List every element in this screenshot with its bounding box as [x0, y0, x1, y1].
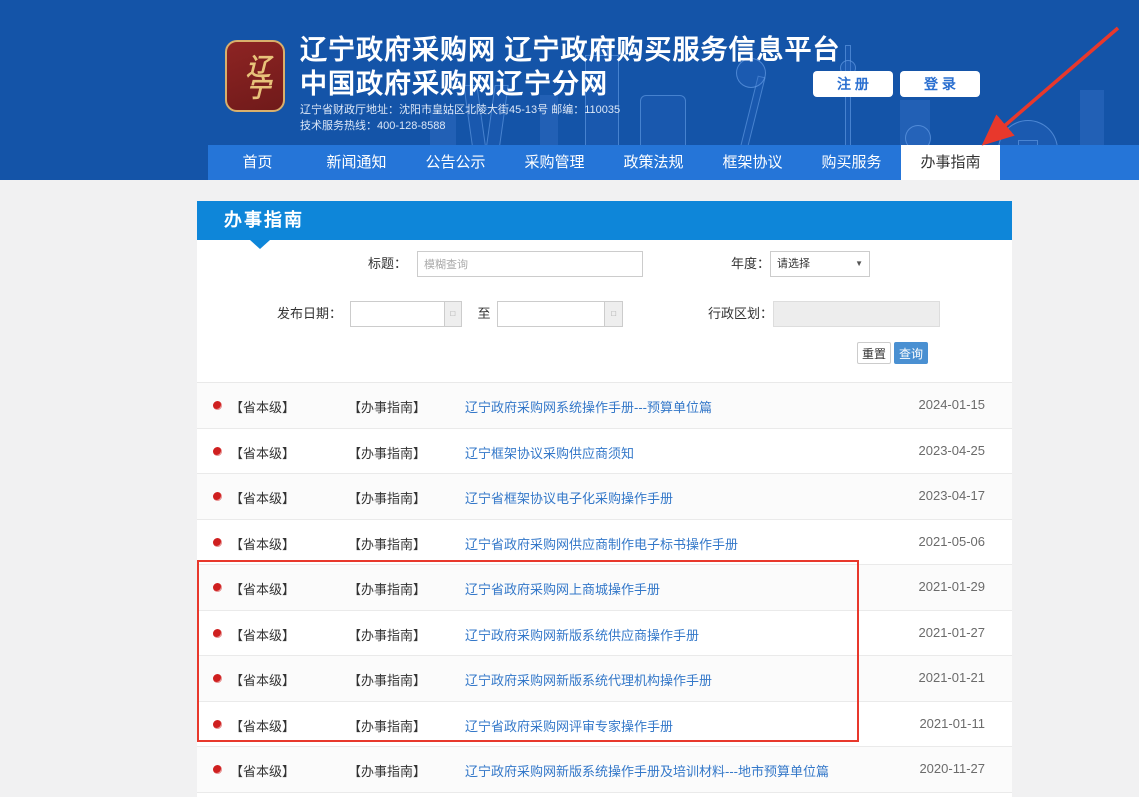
title-search-input[interactable] [417, 251, 643, 277]
row-level-tag: 【省本级】 [230, 625, 295, 644]
reset-button[interactable]: 重置 [857, 342, 891, 364]
row-category-tag: 【办事指南】 [348, 670, 426, 689]
bullet-dot-icon [213, 765, 222, 774]
nav-item-guide-active[interactable]: 办事指南 [901, 145, 1000, 180]
row-category-tag: 【办事指南】 [348, 534, 426, 553]
row-date: 2024-01-15 [919, 397, 986, 412]
row-title-link[interactable]: 辽宁政府采购网新版系统供应商操作手册 [465, 625, 699, 644]
search-button[interactable]: 查询 [894, 342, 928, 364]
site-address: 辽宁省财政厅地址：沈阳市皇姑区北陵大街45-13号 邮编：110035 [300, 101, 620, 117]
row-level-tag: 【省本级】 [230, 534, 295, 553]
row-level-tag: 【省本级】 [230, 670, 295, 689]
publish-date-label: 发布日期： [252, 301, 342, 327]
row-level-tag: 【省本级】 [230, 716, 295, 735]
content-panel: 办事指南 标题： 年度： 请选择 ▼ 发布日期： □ 至 □ 行政区划： 重置 … [197, 201, 1012, 797]
date-to-group: □ [497, 301, 623, 327]
list-item: 【省本级】 【办事指南】 辽宁政府采购网新版系统操作手册及培训材料---地市预算… [197, 747, 1012, 793]
row-category-tag: 【办事指南】 [348, 761, 426, 780]
year-filter-label: 年度： [680, 251, 770, 277]
row-category-tag: 【办事指南】 [348, 625, 426, 644]
row-title-link[interactable]: 辽宁框架协议采购供应商须知 [465, 443, 634, 462]
list-item: 【省本级】 【办事指南】 辽宁省政府采购网上商城操作手册 2021-01-29 [197, 565, 1012, 611]
row-date: 2021-01-21 [919, 670, 986, 685]
row-category-tag: 【办事指南】 [348, 443, 426, 462]
row-title-link[interactable]: 辽宁政府采购网系统操作手册---预算单位篇 [465, 397, 712, 416]
calendar-icon[interactable]: □ [444, 301, 462, 327]
nav-item-notices[interactable]: 公告公示 [406, 145, 505, 180]
section-title-banner: 办事指南 [197, 201, 1012, 240]
date-to-label: 至 [474, 301, 494, 327]
date-from-input[interactable] [350, 301, 444, 327]
row-category-tag: 【办事指南】 [348, 579, 426, 598]
year-select-value: 请选择 [777, 252, 810, 276]
nav-item-buy-service[interactable]: 购买服务 [802, 145, 901, 180]
search-filters: 标题： 年度： 请选择 ▼ 发布日期： □ 至 □ 行政区划： 重置 查询 [197, 240, 1012, 383]
date-from-group: □ [350, 301, 462, 327]
list-item: 【省本级】 【办事指南】 辽宁省框架协议电子化采购操作手册 2023-04-17 [197, 474, 1012, 520]
nav-item-home[interactable]: 首页 [208, 145, 307, 180]
year-select[interactable]: 请选择 ▼ [770, 251, 870, 277]
register-button[interactable]: 注 册 [813, 71, 893, 97]
list-item: 【省本级】 【办事指南】 辽宁政府采购网新版系统供应商操作手册 2021-01-… [197, 611, 1012, 657]
row-date: 2020-11-27 [919, 761, 985, 776]
region-filter-label: 行政区划： [683, 301, 773, 327]
title-filter-label: 标题： [327, 251, 407, 277]
bullet-dot-icon [213, 492, 222, 501]
section-title: 办事指南 [224, 210, 304, 230]
list-item: 【省本级】 【办事指南】 辽宁政府采购网系统操作手册---预算单位篇 2024-… [197, 383, 1012, 429]
row-title-link[interactable]: 辽宁省政府采购网供应商制作电子标书操作手册 [465, 534, 738, 553]
row-date: 2021-01-29 [919, 579, 986, 594]
row-category-tag: 【办事指南】 [348, 397, 426, 416]
row-title-link[interactable]: 辽宁省政府采购网上商城操作手册 [465, 579, 660, 598]
row-category-tag: 【办事指南】 [348, 716, 426, 735]
site-header: 辽宁 辽宁政府采购网 辽宁政府购买服务信息平台 中国政府采购网辽宁分网 辽宁省财… [0, 0, 1139, 180]
row-level-tag: 【省本级】 [230, 761, 295, 780]
row-level-tag: 【省本级】 [230, 397, 295, 416]
site-logo: 辽宁 [225, 40, 285, 112]
bullet-dot-icon [213, 720, 222, 729]
calendar-icon[interactable]: □ [604, 301, 623, 327]
bullet-dot-icon [213, 401, 222, 410]
row-date: 2023-04-17 [919, 488, 986, 503]
date-to-input[interactable] [497, 301, 604, 327]
row-date: 2021-01-27 [919, 625, 986, 640]
list-item: 【省本级】 【办事指南】 辽宁框架协议采购供应商须知 2023-04-25 [197, 429, 1012, 475]
bullet-dot-icon [213, 629, 222, 638]
main-nav: 首页 新闻通知 公告公示 采购管理 政策法规 框架协议 购买服务 办事指南 [208, 145, 1139, 180]
list-item: 【省本级】 【办事指南】 辽宁政府采购网新版系统代理机构操作手册 2021-01… [197, 656, 1012, 702]
row-title-link[interactable]: 辽宁政府采购网新版系统代理机构操作手册 [465, 670, 712, 689]
region-input [773, 301, 940, 327]
nav-item-news[interactable]: 新闻通知 [307, 145, 406, 180]
bullet-dot-icon [213, 447, 222, 456]
row-date: 2023-04-25 [919, 443, 986, 458]
row-title-link[interactable]: 辽宁省政府采购网评审专家操作手册 [465, 716, 673, 735]
guide-list: 【省本级】 【办事指南】 辽宁政府采购网系统操作手册---预算单位篇 2024-… [197, 383, 1012, 793]
row-level-tag: 【省本级】 [230, 488, 295, 507]
row-title-link[interactable]: 辽宁省框架协议电子化采购操作手册 [465, 488, 673, 507]
nav-item-purchase-mgmt[interactable]: 采购管理 [505, 145, 604, 180]
row-title-link[interactable]: 辽宁政府采购网新版系统操作手册及培训材料---地市预算单位篇 [465, 761, 829, 780]
chevron-down-icon: ▼ [855, 252, 863, 276]
list-item: 【省本级】 【办事指南】 辽宁省政府采购网评审专家操作手册 2021-01-11 [197, 702, 1012, 748]
nav-item-policies[interactable]: 政策法规 [604, 145, 703, 180]
service-hotline: 技术服务热线：400-128-8588 [300, 117, 446, 133]
bullet-dot-icon [213, 583, 222, 592]
row-date: 2021-01-11 [919, 716, 985, 731]
row-category-tag: 【办事指南】 [348, 488, 426, 507]
bullet-dot-icon [213, 674, 222, 683]
row-date: 2021-05-06 [919, 534, 986, 549]
list-item: 【省本级】 【办事指南】 辽宁省政府采购网供应商制作电子标书操作手册 2021-… [197, 520, 1012, 566]
site-title-line2: 中国政府采购网辽宁分网 [300, 62, 608, 101]
login-button[interactable]: 登 录 [900, 71, 980, 97]
nav-item-framework[interactable]: 框架协议 [703, 145, 802, 180]
row-level-tag: 【省本级】 [230, 443, 295, 462]
row-level-tag: 【省本级】 [230, 579, 295, 598]
bullet-dot-icon [213, 538, 222, 547]
